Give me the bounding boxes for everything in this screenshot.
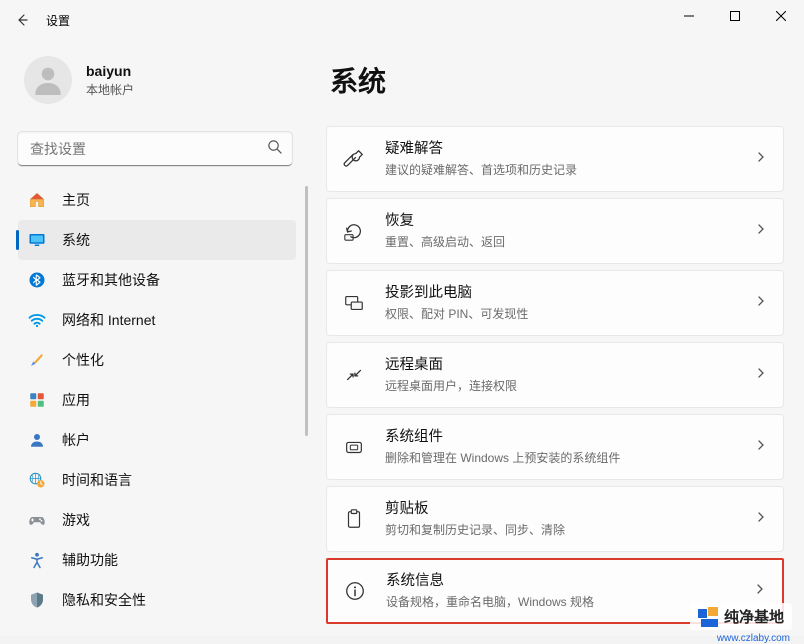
sidebar-item-label: 时间和语言 xyxy=(62,470,132,490)
sidebar-item-network[interactable]: 网络和 Internet xyxy=(18,300,296,340)
maximize-button[interactable] xyxy=(712,0,758,32)
card-sub: 权限、配对 PIN、可发现性 xyxy=(385,305,755,322)
sidebar-item-apps[interactable]: 应用 xyxy=(18,380,296,420)
card-title: 系统信息 xyxy=(386,572,754,591)
components-icon xyxy=(341,434,367,460)
search-input[interactable] xyxy=(18,132,292,166)
card-troubleshoot[interactable]: 疑难解答 建议的疑难解答、首选项和历史记录 xyxy=(326,126,784,192)
close-icon xyxy=(776,11,786,21)
sidebar-item-label: 游戏 xyxy=(62,510,90,530)
search-icon xyxy=(267,139,282,159)
sidebar-item-accounts[interactable]: 帐户 xyxy=(18,420,296,460)
chevron-right-icon xyxy=(755,366,767,384)
titlebar: 设置 xyxy=(0,0,804,40)
wifi-icon xyxy=(26,309,48,331)
back-button[interactable] xyxy=(4,2,40,38)
shield-icon xyxy=(26,589,48,611)
card-sub: 重置、高级启动、返回 xyxy=(385,233,755,250)
profile-sub: 本地帐户 xyxy=(86,81,134,98)
profile-name: baiyun xyxy=(86,63,134,79)
sidebar-item-home[interactable]: 主页 xyxy=(18,180,296,220)
sidebar-item-system[interactable]: 系统 xyxy=(18,220,296,260)
chevron-right-icon xyxy=(755,294,767,312)
scrollbar[interactable] xyxy=(305,186,308,436)
apps-icon xyxy=(26,389,48,411)
main-panel: 系统 疑难解答 建议的疑难解答、首选项和历史记录 恢复 重置、高级启动、返回 xyxy=(310,40,804,636)
sidebar: baiyun 本地帐户 主页 系统 xyxy=(0,40,310,636)
card-title: 系统组件 xyxy=(385,428,755,447)
avatar xyxy=(24,56,72,104)
system-icon xyxy=(26,229,48,251)
card-system-components[interactable]: 系统组件 删除和管理在 Windows 上预安装的系统组件 xyxy=(326,414,784,480)
sidebar-item-accessibility[interactable]: 辅助功能 xyxy=(18,540,296,580)
brush-icon xyxy=(26,349,48,371)
sidebar-item-privacy[interactable]: 隐私和安全性 xyxy=(18,580,296,620)
card-title: 疑难解答 xyxy=(385,140,755,159)
sidebar-item-label: 应用 xyxy=(62,390,90,410)
chevron-right-icon xyxy=(754,582,766,600)
watermark-text: 纯净基地 xyxy=(724,606,784,627)
card-title: 投影到此电脑 xyxy=(385,284,755,303)
close-button[interactable] xyxy=(758,0,804,32)
account-icon xyxy=(26,429,48,451)
card-sub: 远程桌面用户，连接权限 xyxy=(385,377,755,394)
card-project[interactable]: 投影到此电脑 权限、配对 PIN、可发现性 xyxy=(326,270,784,336)
sidebar-item-label: 主页 xyxy=(62,190,90,210)
card-sub: 剪切和复制历史记录、同步、清除 xyxy=(385,521,755,538)
card-title: 恢复 xyxy=(385,212,755,231)
watermark-logo-icon xyxy=(698,607,718,627)
sidebar-item-label: 个性化 xyxy=(62,350,104,370)
card-title: 剪贴板 xyxy=(385,500,755,519)
profile-block[interactable]: baiyun 本地帐户 xyxy=(0,48,310,122)
watermark-url: www.czlaby.com xyxy=(717,633,790,644)
sidebar-item-bluetooth[interactable]: 蓝牙和其他设备 xyxy=(18,260,296,300)
sidebar-item-label: 辅助功能 xyxy=(62,550,118,570)
card-sub: 建议的疑难解答、首选项和历史记录 xyxy=(385,161,755,178)
page-title: 系统 xyxy=(330,60,784,100)
card-sub: 删除和管理在 Windows 上预安装的系统组件 xyxy=(385,449,755,466)
home-icon xyxy=(26,189,48,211)
sidebar-item-label: 帐户 xyxy=(62,430,90,450)
card-remote-desktop[interactable]: 远程桌面 远程桌面用户，连接权限 xyxy=(326,342,784,408)
chevron-right-icon xyxy=(755,510,767,528)
globe-clock-icon xyxy=(26,469,48,491)
sidebar-item-label: 网络和 Internet xyxy=(62,310,155,330)
person-icon xyxy=(30,62,66,98)
card-recovery[interactable]: 恢复 重置、高级启动、返回 xyxy=(326,198,784,264)
chevron-right-icon xyxy=(755,150,767,168)
bluetooth-icon xyxy=(26,269,48,291)
card-title: 远程桌面 xyxy=(385,356,755,375)
chevron-right-icon xyxy=(755,438,767,456)
project-icon xyxy=(341,290,367,316)
card-clipboard[interactable]: 剪贴板 剪切和复制历史记录、同步、清除 xyxy=(326,486,784,552)
arrow-left-icon xyxy=(14,12,30,28)
clipboard-icon xyxy=(341,506,367,532)
sidebar-item-label: 蓝牙和其他设备 xyxy=(62,270,160,290)
game-icon xyxy=(26,509,48,531)
sidebar-item-label: 系统 xyxy=(62,230,90,250)
chevron-right-icon xyxy=(755,222,767,240)
app-title: 设置 xyxy=(46,12,70,29)
recovery-icon xyxy=(341,218,367,244)
nav-list: 主页 系统 蓝牙和其他设备 网络和 Internet 个性化 xyxy=(0,180,310,636)
sidebar-item-time-language[interactable]: 时间和语言 xyxy=(18,460,296,500)
minimize-button[interactable] xyxy=(666,0,712,32)
minimize-icon xyxy=(684,11,694,21)
sidebar-item-gaming[interactable]: 游戏 xyxy=(18,500,296,540)
accessibility-icon xyxy=(26,549,48,571)
info-icon xyxy=(342,578,368,604)
sidebar-item-personalization[interactable]: 个性化 xyxy=(18,340,296,380)
remote-icon xyxy=(341,362,367,388)
watermark: 纯净基地 xyxy=(690,603,792,630)
sidebar-item-label: 隐私和安全性 xyxy=(62,590,146,610)
maximize-icon xyxy=(730,11,740,21)
wrench-icon xyxy=(341,146,367,172)
